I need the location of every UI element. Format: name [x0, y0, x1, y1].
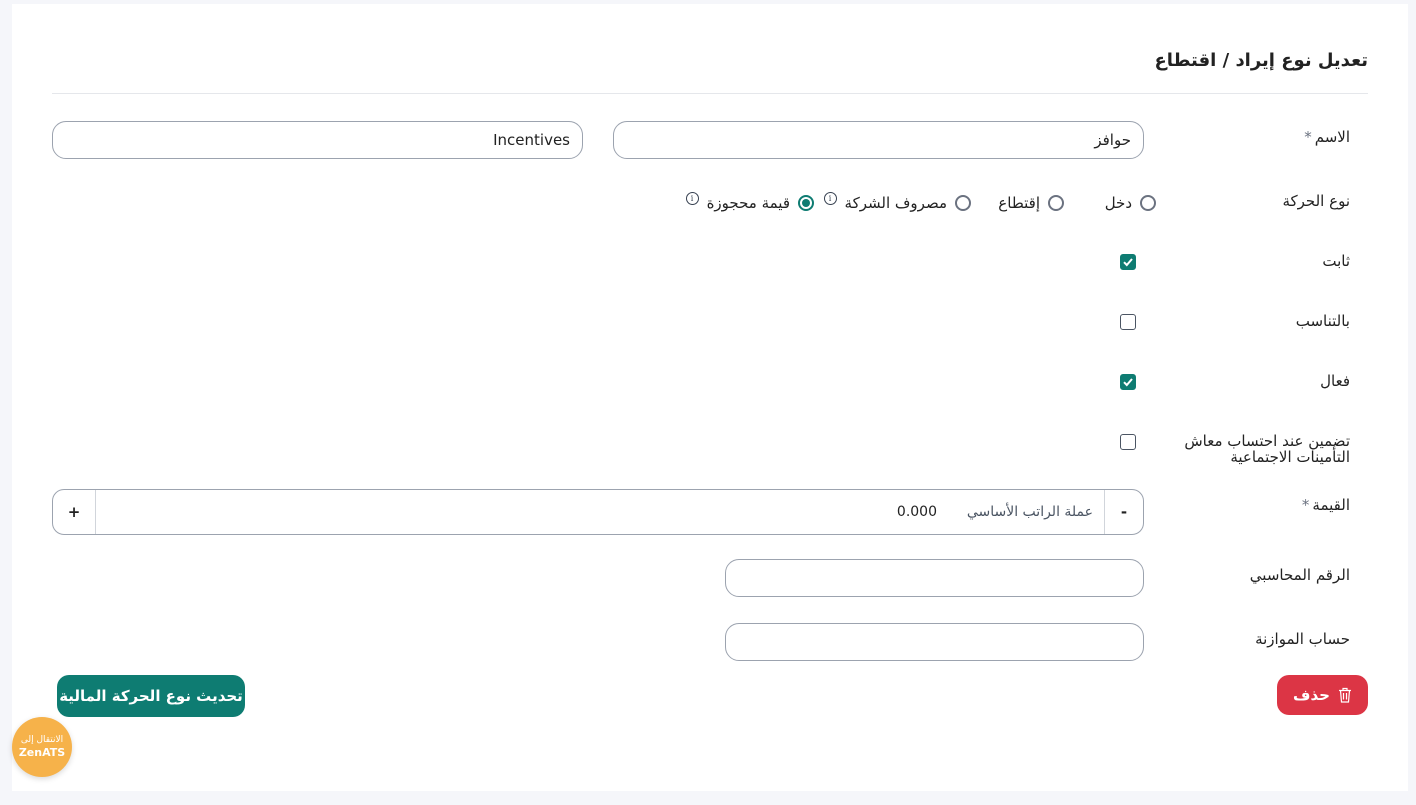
fixed-checkbox[interactable]	[1120, 254, 1136, 270]
name-label: الاسم*	[1304, 128, 1350, 146]
budget-account-input[interactable]	[725, 623, 1144, 661]
radio-company-expense-circle[interactable]	[955, 195, 971, 211]
name-en-input[interactable]: Incentives	[52, 121, 583, 159]
radio-deduction[interactable]: إقتطاع	[998, 194, 1064, 212]
info-icon[interactable]: i	[823, 192, 837, 205]
title-divider	[52, 93, 1368, 94]
check-icon	[1123, 258, 1133, 267]
proportional-checkbox[interactable]	[1120, 314, 1136, 330]
active-label: فعال	[1320, 372, 1350, 390]
trash-icon	[1338, 687, 1351, 703]
radio-deduction-label: إقتطاع	[998, 194, 1040, 212]
radio-reserved-value[interactable]: قيمة محجوزة i	[685, 192, 814, 212]
delete-button-label: حذف	[1293, 686, 1330, 704]
value-label: القيمة*	[1301, 496, 1350, 514]
budget-account-label: حساب الموازنة	[1255, 630, 1350, 648]
increment-button[interactable]: +	[53, 490, 96, 534]
radio-company-expense[interactable]: مصروف الشركة i	[823, 192, 971, 212]
name-ar-input[interactable]: حوافز	[613, 121, 1144, 159]
radio-company-expense-label: مصروف الشركة	[844, 194, 947, 212]
zenats-badge-line2: ZenATS	[18, 746, 66, 759]
info-icon[interactable]: i	[685, 192, 699, 205]
account-number-label: الرقم المحاسبي	[1249, 566, 1350, 584]
value-amount-input[interactable]: 0.000	[897, 490, 937, 534]
radio-deduction-circle[interactable]	[1048, 195, 1064, 211]
zenats-badge-line1: الانتقال إلى	[20, 735, 64, 745]
decrement-button[interactable]: -	[1104, 490, 1143, 534]
include-pension-checkbox[interactable]	[1120, 434, 1136, 450]
delete-button[interactable]: حذف	[1277, 675, 1368, 715]
radio-income[interactable]: دخل	[1105, 194, 1156, 212]
zenats-badge[interactable]: الانتقال إلى ZenATS	[12, 717, 72, 777]
active-checkbox[interactable]	[1120, 374, 1136, 390]
fixed-label: ثابت	[1322, 252, 1350, 270]
radio-reserved-value-circle[interactable]	[798, 195, 814, 211]
account-number-input[interactable]	[725, 559, 1144, 597]
currency-label: عملة الراتب الأساسي	[966, 504, 1093, 520]
value-input-group: + 0.000 عملة الراتب الأساسي -	[52, 489, 1144, 535]
include-pension-label: تضمين عند احتساب معاش التأمينات الاجتماع…	[1184, 432, 1350, 466]
update-button[interactable]: تحديث نوع الحركة المالية	[57, 675, 245, 717]
radio-income-circle[interactable]	[1140, 195, 1156, 211]
radio-reserved-value-label: قيمة محجوزة	[706, 194, 790, 212]
check-icon	[1123, 378, 1133, 387]
movement-type-label: نوع الحركة	[1282, 192, 1350, 210]
form-card: تعديل نوع إيراد / اقتطاع الاسم* حوافز In…	[12, 4, 1408, 791]
radio-income-label: دخل	[1104, 194, 1132, 212]
proportional-label: بالتناسب	[1295, 312, 1350, 330]
page-title: تعديل نوع إيراد / اقتطاع	[1154, 50, 1368, 71]
